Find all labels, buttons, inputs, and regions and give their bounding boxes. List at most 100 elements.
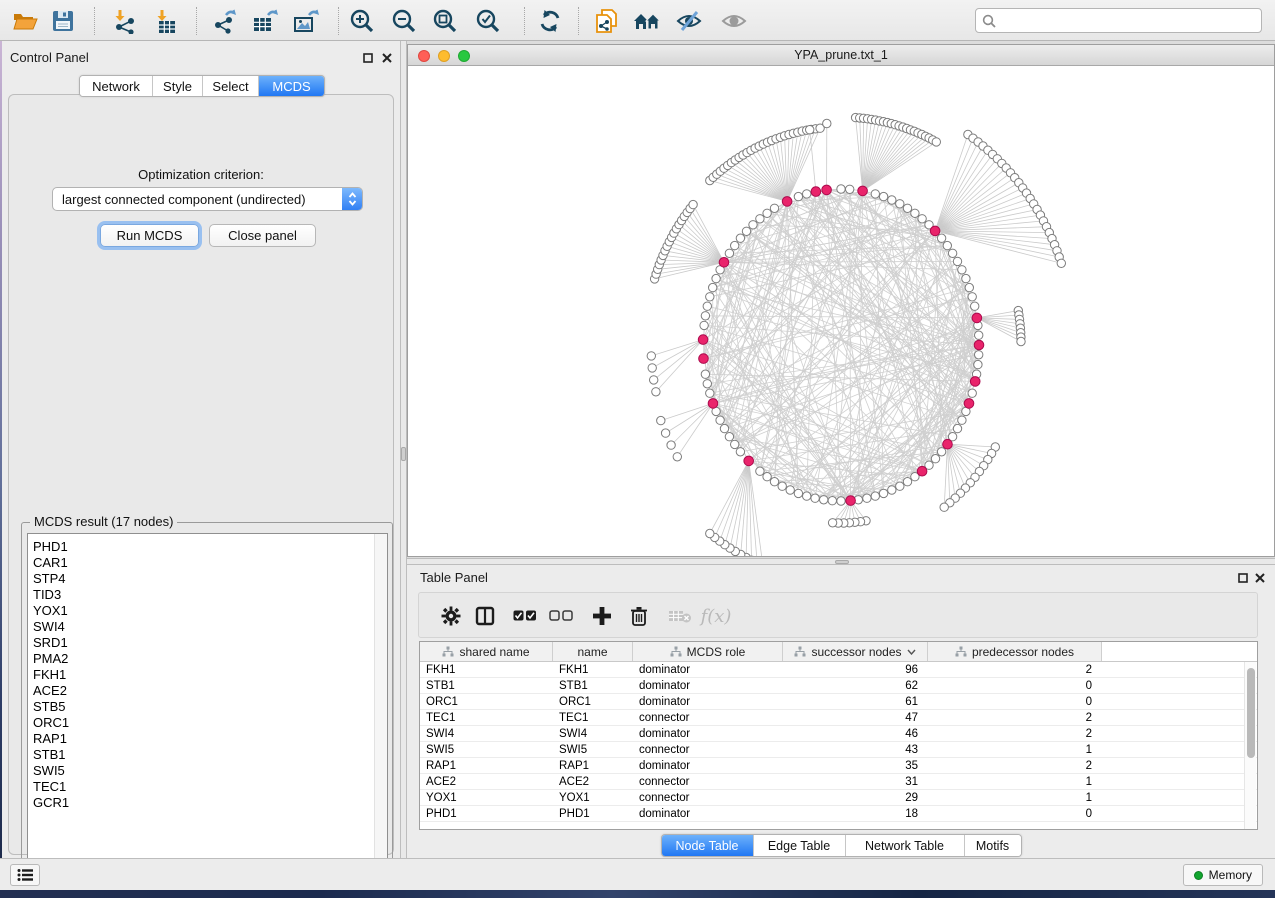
zoom-selected-button[interactable] xyxy=(471,4,505,38)
column-header-successor-nodes[interactable]: successor nodes xyxy=(783,642,928,661)
show-all-button[interactable] xyxy=(717,4,751,38)
mcds-list-item[interactable]: STB5 xyxy=(28,699,387,715)
control-panel-tabs: NetworkStyleSelectMCDS xyxy=(79,75,325,97)
mcds-list-item[interactable]: SRD1 xyxy=(28,635,387,651)
zoom-fit-button[interactable] xyxy=(428,4,462,38)
splitter-grip[interactable] xyxy=(835,560,849,564)
save-session-button[interactable] xyxy=(46,4,80,38)
mcds-list-item[interactable]: FKH1 xyxy=(28,667,387,683)
tab-style[interactable]: Style xyxy=(153,76,203,96)
table-scrollbar-thumb[interactable] xyxy=(1247,668,1255,758)
close-panel-button[interactable] xyxy=(380,51,393,64)
network-canvas[interactable] xyxy=(408,66,1274,556)
tab-mcds[interactable]: MCDS xyxy=(259,76,324,96)
plus-icon xyxy=(592,606,612,626)
float-panel-button[interactable] xyxy=(361,51,374,64)
deselect-all-button[interactable] xyxy=(546,602,576,630)
export-network-icon xyxy=(212,8,238,34)
column-header-MCDS-role[interactable]: MCDS role xyxy=(633,642,783,661)
export-image-button[interactable] xyxy=(289,4,323,38)
column-header-label: name xyxy=(577,645,607,659)
table-settings-button[interactable] xyxy=(436,602,466,630)
tab-motifs[interactable]: Motifs xyxy=(965,835,1021,856)
mcds-result-list[interactable]: PHD1CAR1STP4TID3YOX1SWI4SRD1PMA2FKH1ACE2… xyxy=(27,533,388,888)
tab-edge-table[interactable]: Edge Table xyxy=(754,835,846,856)
refresh-view-button[interactable] xyxy=(533,4,567,38)
zoom-out-button[interactable] xyxy=(387,4,421,38)
vertical-splitter[interactable] xyxy=(400,41,407,858)
search-input[interactable] xyxy=(996,9,1261,32)
mcds-list-item[interactable]: TEC1 xyxy=(28,779,387,795)
search-field[interactable] xyxy=(975,8,1262,33)
delete-table-button[interactable] xyxy=(665,602,695,630)
tab-select[interactable]: Select xyxy=(203,76,259,96)
table-cell: 0 xyxy=(928,694,1102,709)
memory-button[interactable]: Memory xyxy=(1183,864,1263,886)
table-cell: ORC1 xyxy=(420,694,553,709)
mcds-list-item[interactable]: STB1 xyxy=(28,747,387,763)
tab-node-table[interactable]: Node Table xyxy=(662,835,754,856)
run-mcds-button[interactable]: Run MCDS xyxy=(100,224,199,247)
table-row[interactable]: PHD1PHD1dominator180 xyxy=(420,806,1257,822)
table-row[interactable]: ACE2ACE2connector311 xyxy=(420,774,1257,790)
close-panel-action-button[interactable]: Close panel xyxy=(209,224,316,247)
table-row[interactable]: TEC1TEC1connector472 xyxy=(420,710,1257,726)
mcds-list-item[interactable]: ACE2 xyxy=(28,683,387,699)
zoom-in-button[interactable] xyxy=(345,4,379,38)
table-cell: 62 xyxy=(783,678,928,693)
list-scrollbar-track[interactable] xyxy=(374,534,387,887)
splitter-grip[interactable] xyxy=(401,447,406,461)
mcds-list-item[interactable]: PHD1 xyxy=(28,539,387,555)
column-header-predecessor-nodes[interactable]: predecessor nodes xyxy=(928,642,1102,661)
mcds-list-item[interactable]: GCR1 xyxy=(28,795,387,811)
table-row[interactable]: SWI4SWI4dominator462 xyxy=(420,726,1257,742)
close-table-panel-button[interactable] xyxy=(1253,571,1266,584)
column-header-shared-name[interactable]: shared name xyxy=(420,642,553,661)
network-window-titlebar[interactable]: YPA_prune.txt_1 xyxy=(408,45,1274,66)
horizontal-splitter[interactable] xyxy=(407,558,1275,565)
mcds-list-item[interactable]: SWI5 xyxy=(28,763,387,779)
export-network-button[interactable] xyxy=(208,4,242,38)
table-row[interactable]: YOX1YOX1connector291 xyxy=(420,790,1257,806)
first-neighbors-button[interactable] xyxy=(630,4,664,38)
open-network-button[interactable] xyxy=(8,4,42,38)
mcds-list-item[interactable]: PMA2 xyxy=(28,651,387,667)
clone-network-button[interactable] xyxy=(589,4,623,38)
mcds-list-item[interactable]: TID3 xyxy=(28,587,387,603)
function-builder-button[interactable]: f(x) xyxy=(701,602,731,630)
table-row[interactable]: ORC1ORC1dominator610 xyxy=(420,694,1257,710)
tab-network[interactable]: Network xyxy=(80,76,153,96)
tab-network-table[interactable]: Network Table xyxy=(846,835,965,856)
table-cell: SWI5 xyxy=(553,742,633,757)
add-column-button[interactable] xyxy=(587,602,617,630)
hide-selected-button[interactable] xyxy=(672,4,706,38)
mcds-list-item[interactable]: YOX1 xyxy=(28,603,387,619)
select-all-button[interactable] xyxy=(510,602,540,630)
table-row[interactable]: STB1STB1dominator620 xyxy=(420,678,1257,694)
table-tabs: Node TableEdge TableNetwork TableMotifs xyxy=(661,834,1022,857)
table-cell: 1 xyxy=(928,790,1102,805)
mcds-list-item[interactable]: SWI4 xyxy=(28,619,387,635)
table-row[interactable]: FKH1FKH1dominator962 xyxy=(420,662,1257,678)
show-column-button[interactable] xyxy=(470,602,500,630)
delete-column-button[interactable] xyxy=(624,602,654,630)
optimization-criterion-select[interactable]: largest connected component (undirected) xyxy=(52,187,363,211)
table-row[interactable]: SWI5SWI5connector431 xyxy=(420,742,1257,758)
mcds-result-group: MCDS result (17 nodes) PHD1CAR1STP4TID3Y… xyxy=(21,522,393,893)
network-graph[interactable] xyxy=(408,66,1274,556)
mcds-list-item[interactable]: RAP1 xyxy=(28,731,387,747)
float-table-panel-button[interactable] xyxy=(1236,571,1249,584)
table-scrollbar-track[interactable] xyxy=(1244,662,1256,829)
table-row[interactable]: RAP1RAP1dominator352 xyxy=(420,758,1257,774)
column-header-name[interactable]: name xyxy=(553,642,633,661)
table-cell: 46 xyxy=(783,726,928,741)
memory-label: Memory xyxy=(1209,868,1252,882)
mcds-list-item[interactable]: ORC1 xyxy=(28,715,387,731)
export-table-button[interactable] xyxy=(248,4,282,38)
mcds-list-item[interactable]: STP4 xyxy=(28,571,387,587)
import-network-button[interactable] xyxy=(108,4,142,38)
import-table-button[interactable] xyxy=(149,4,183,38)
task-history-button[interactable] xyxy=(10,864,40,886)
mcds-list-item[interactable]: CAR1 xyxy=(28,555,387,571)
column-header-label: MCDS role xyxy=(687,645,746,659)
